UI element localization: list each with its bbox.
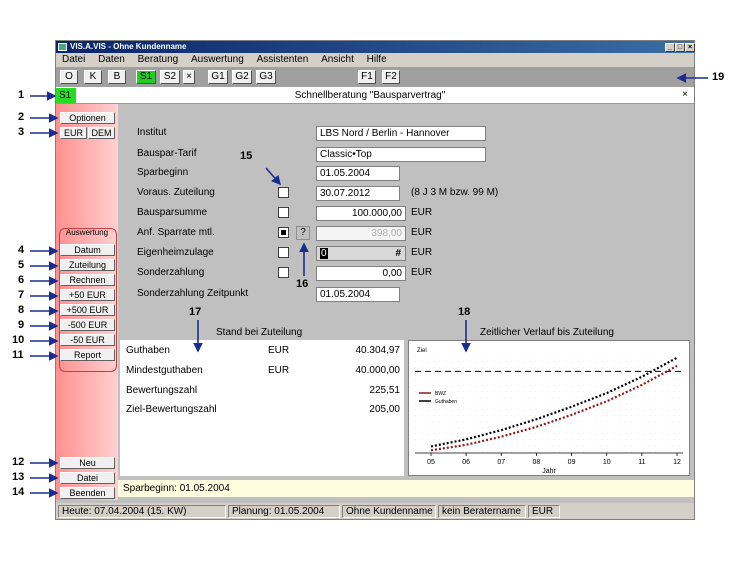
callout-11: 11 [12,349,24,361]
callout-2: 2 [18,111,25,123]
callout-13: 13 [12,471,25,483]
callout-4: 4 [18,244,25,256]
callout-14: 14 [12,486,25,498]
callout-19: 19 [712,71,725,83]
callout-6: 6 [18,274,25,286]
callout-7: 7 [18,289,25,301]
callout-5: 5 [18,259,25,271]
callout-8: 8 [18,304,25,316]
callout-12: 12 [12,456,25,468]
callout-9: 9 [18,319,25,331]
callout-1: 1 [18,89,25,101]
callout-3: 3 [18,126,25,138]
callout-10: 10 [12,334,25,346]
callout-17: 17 [189,306,202,318]
callout-arrows [30,73,708,498]
callout-16: 16 [296,278,309,290]
callout-18: 18 [458,306,471,318]
callout-15: 15 [240,150,253,162]
